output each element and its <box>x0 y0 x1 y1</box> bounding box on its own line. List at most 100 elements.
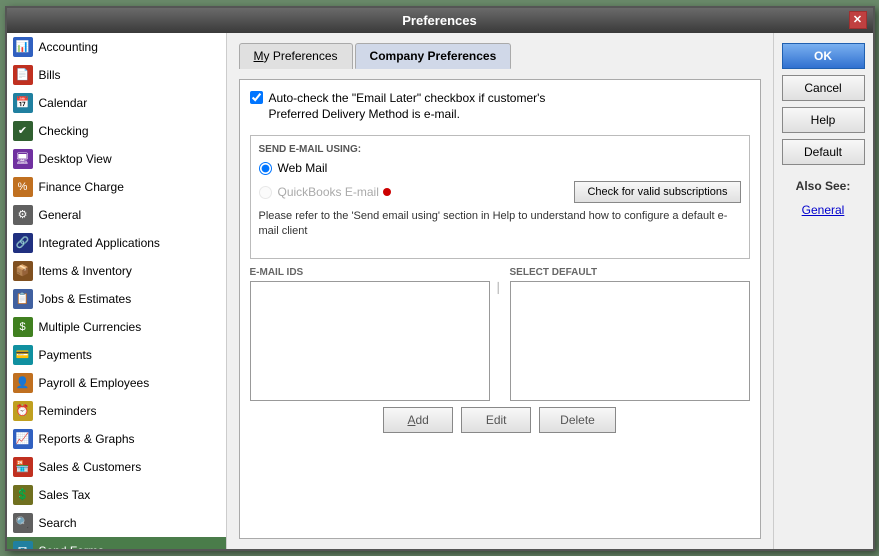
dialog-body: 📊 Accounting 📄 Bills 📅Calendar ✔ Checking 🖥 Desk… <box>7 33 873 549</box>
sidebar-label-sales-customers: Sales & Customers <box>39 460 142 474</box>
sidebar-label-send-forms: Send Forms <box>39 544 104 549</box>
email-ids-section: E-MAIL IDS │ SELECT DEFAULT <box>250 267 750 401</box>
payments-icon: 💳 <box>13 345 33 365</box>
sidebar-label-reminders: Reminders <box>39 404 97 418</box>
sidebar-label-integrated-apps: Integrated Applications <box>39 236 160 250</box>
right-panel: OK Cancel Help Default Also See: General <box>773 33 873 549</box>
sidebar-item-general[interactable]: ⚙ General <box>7 201 226 229</box>
action-buttons: Add Edit Delete <box>250 407 750 433</box>
sidebar-label-finance-charge: Finance Charge <box>39 180 124 194</box>
send-email-label: SEND E-MAIL USING: <box>259 144 741 155</box>
sidebar-item-finance-charge[interactable]: % Finance Charge <box>7 173 226 201</box>
quickbooks-email-radio[interactable] <box>259 186 272 199</box>
email-ids-header: E-MAIL IDS <box>250 267 490 278</box>
close-button[interactable]: ✕ <box>849 11 867 29</box>
sidebar-item-bills[interactable]: 📄 Bills <box>7 61 226 89</box>
checking-icon: ✔ <box>13 121 33 141</box>
col-divider: │ <box>496 267 504 401</box>
check-subscriptions-button[interactable]: Check for valid subscriptions <box>574 181 740 203</box>
sidebar-label-calendar: Calendar <box>39 96 88 110</box>
sidebar-item-accounting[interactable]: 📊 Accounting <box>7 33 226 61</box>
sidebar-item-desktop-view[interactable]: 🖥 Desktop View <box>7 145 226 173</box>
red-dot-indicator <box>383 188 391 196</box>
sidebar-item-sales-tax[interactable]: 💲 Sales Tax <box>7 481 226 509</box>
sidebar-label-accounting: Accounting <box>39 40 98 54</box>
default-button[interactable]: Default <box>782 139 865 165</box>
info-text: Please refer to the 'Send email using' s… <box>259 209 741 240</box>
auto-check-label: Auto-check the "Email Later" checkbox if… <box>269 90 546 124</box>
sidebar-label-search: Search <box>39 516 77 530</box>
quickbooks-email-label: QuickBooks E-mail <box>278 185 379 199</box>
content-area: Auto-check the "Email Later" checkbox if… <box>239 79 761 539</box>
integrated-apps-icon: 🔗 <box>13 233 33 253</box>
tabs-row: My Preferences Company Preferences <box>239 43 761 69</box>
edit-button[interactable]: Edit <box>461 407 531 433</box>
search-icon: 🔍 <box>13 513 33 533</box>
select-default-header: SELECT DEFAULT <box>510 267 750 278</box>
web-mail-radio[interactable] <box>259 162 272 175</box>
sidebar-item-calendar[interactable]: 📅Calendar <box>7 89 226 117</box>
sidebar-item-integrated-apps[interactable]: 🔗 Integrated Applications <box>7 229 226 257</box>
sidebar-label-items-inventory: Items & Inventory <box>39 264 132 278</box>
tab-company-preferences[interactable]: Company Preferences <box>355 43 512 69</box>
dialog-title: Preferences <box>402 13 476 28</box>
sidebar-item-payments[interactable]: 💳 Payments <box>7 341 226 369</box>
select-default-listbox[interactable] <box>510 281 750 401</box>
email-ids-listbox[interactable] <box>250 281 490 401</box>
sidebar-label-payroll-employees: Payroll & Employees <box>39 376 150 390</box>
web-mail-label: Web Mail <box>278 161 328 175</box>
preferences-dialog: Preferences ✕ 📊 Accounting 📄 Bills 📅Calendar… <box>5 6 875 551</box>
bills-icon: 📄 <box>13 65 33 85</box>
auto-check-row: Auto-check the "Email Later" checkbox if… <box>250 90 750 124</box>
sidebar-item-jobs-estimates[interactable]: 📋 Jobs & Estimates <box>7 285 226 313</box>
send-forms-icon: ✉ <box>13 541 33 549</box>
reminders-icon: ⏰ <box>13 401 33 421</box>
sidebar-item-payroll-employees[interactable]: 👤 Payroll & Employees <box>7 369 226 397</box>
items-inventory-icon: 📦 <box>13 261 33 281</box>
sidebar-label-payments: Payments <box>39 348 92 362</box>
multiple-currencies-icon: $ <box>13 317 33 337</box>
sidebar-label-desktop-view: Desktop View <box>39 152 112 166</box>
send-email-section: SEND E-MAIL USING: Web Mail QuickBooks E… <box>250 135 750 259</box>
sidebar-label-general: General <box>39 208 82 222</box>
cancel-button[interactable]: Cancel <box>782 75 865 101</box>
sidebar-item-items-inventory[interactable]: 📦 Items & Inventory <box>7 257 226 285</box>
select-default-right: SELECT DEFAULT <box>510 267 750 401</box>
web-mail-row: Web Mail <box>259 161 741 175</box>
sidebar-item-sales-customers[interactable]: 🏪 Sales & Customers <box>7 453 226 481</box>
add-button[interactable]: Add <box>383 407 453 433</box>
sidebar-item-checking[interactable]: ✔ Checking <box>7 117 226 145</box>
sidebar-item-search[interactable]: 🔍 Search <box>7 509 226 537</box>
sidebar-item-send-forms[interactable]: ✉ Send Forms <box>7 537 226 549</box>
help-button[interactable]: Help <box>782 107 865 133</box>
reports-graphs-icon: 📈 <box>13 429 33 449</box>
delete-button[interactable]: Delete <box>539 407 616 433</box>
auto-check-checkbox[interactable] <box>250 91 263 104</box>
email-ids-left: E-MAIL IDS <box>250 267 490 401</box>
sales-tax-icon: 💲 <box>13 485 33 505</box>
sales-customers-icon: 🏪 <box>13 457 33 477</box>
sidebar-label-reports-graphs: Reports & Graphs <box>39 432 135 446</box>
sidebar: 📊 Accounting 📄 Bills 📅Calendar ✔ Checking 🖥 Desk… <box>7 33 227 549</box>
sidebar-label-sales-tax: Sales Tax <box>39 488 91 502</box>
sidebar-label-checking: Checking <box>39 124 89 138</box>
title-bar: Preferences ✕ <box>7 8 873 33</box>
desktop-view-icon: 🖥 <box>13 149 33 169</box>
tab-my-preferences[interactable]: My Preferences <box>239 43 353 69</box>
sidebar-label-jobs-estimates: Jobs & Estimates <box>39 292 132 306</box>
sidebar-item-multiple-currencies[interactable]: $ Multiple Currencies <box>7 313 226 341</box>
sidebar-label-multiple-currencies: Multiple Currencies <box>39 320 142 334</box>
sidebar-label-bills: Bills <box>39 68 61 82</box>
sidebar-item-reports-graphs[interactable]: 📈 Reports & Graphs <box>7 425 226 453</box>
accounting-icon: 📊 <box>13 37 33 57</box>
quickbooks-email-row: QuickBooks E-mail <box>259 185 379 199</box>
jobs-estimates-icon: 📋 <box>13 289 33 309</box>
general-icon: ⚙ <box>13 205 33 225</box>
also-see-general[interactable]: General <box>782 203 865 217</box>
ok-button[interactable]: OK <box>782 43 865 69</box>
check-btn-row: QuickBooks E-mail Check for valid subscr… <box>259 181 741 203</box>
also-see-label: Also See: <box>782 179 865 193</box>
sidebar-item-reminders[interactable]: ⏰ Reminders <box>7 397 226 425</box>
finance-charge-icon: % <box>13 177 33 197</box>
payroll-employees-icon: 👤 <box>13 373 33 393</box>
